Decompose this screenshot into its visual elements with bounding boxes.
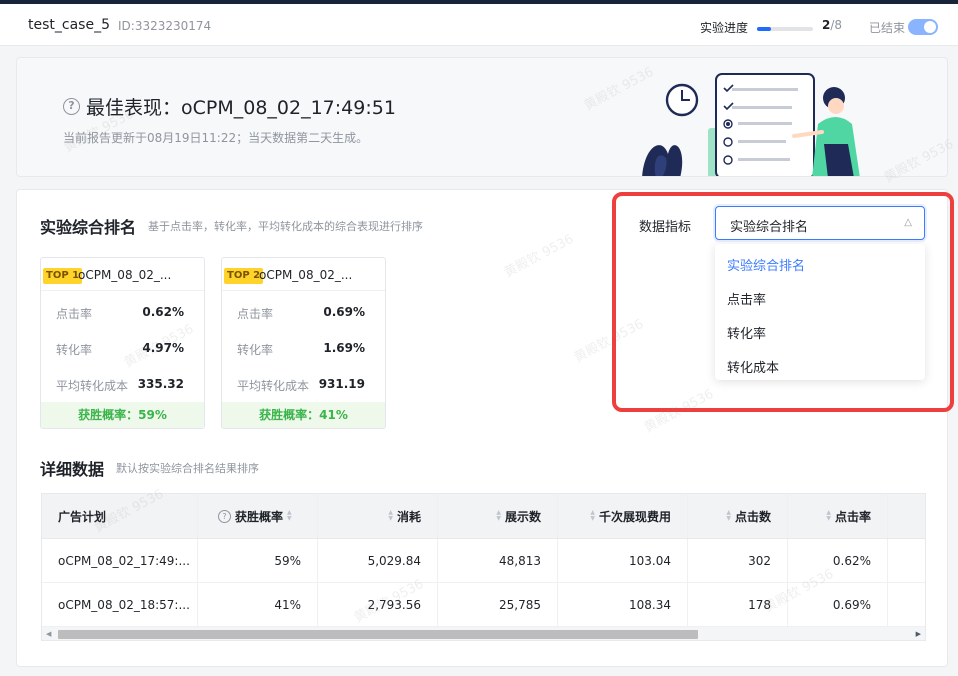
rank-card-plan-name: oCPM_08_02_... — [259, 268, 353, 282]
metric-value: 335.32 — [137, 377, 184, 391]
sort-icon[interactable]: ▲ ▼ — [826, 510, 831, 522]
col-header-overflow — [888, 494, 925, 538]
col-header-win-rate[interactable]: ? 获胜概率 ▲ ▼ — [198, 494, 318, 538]
cell-plan: oCPM_08_02_18:57:... — [42, 583, 198, 626]
cell-spend: 5,029.84 — [318, 539, 438, 582]
column-title: 点击数 — [734, 509, 771, 524]
annotation-highlight-box — [612, 192, 954, 412]
metric-value: 931.19 — [318, 377, 365, 391]
detail-section-title: 详细数据 — [40, 460, 105, 479]
metric-row: 点击率 0.69% — [237, 305, 365, 321]
metric-value: 1.69% — [323, 341, 365, 355]
detail-table: 广告计划 ? 获胜概率 ▲ ▼ ▲ ▼ 消耗 ▲ ▼ 展示数 ▲ ▼ 千次展现费用 ▲ ▼ 点击数 ▲… — [41, 493, 926, 641]
table-row[interactable]: oCPM_08_02_18:57:... 41% 2,793.56 25,785… — [42, 583, 925, 627]
column-title: 展示数 — [504, 509, 541, 524]
metric-row: 平均转化成本 335.32 — [56, 377, 184, 393]
metric-label: 转化率 — [237, 343, 274, 357]
metric-value: 0.69% — [323, 305, 365, 319]
progress-total: /8 — [830, 18, 843, 32]
best-performance-card: ? 最佳表现：oCPM_08_02_17:49:51 当前报告更新于08月19日… — [16, 57, 948, 177]
metric-label: 平均转化成本 — [237, 379, 310, 393]
cell-win-rate: 59% — [198, 539, 318, 582]
rank-card-top1[interactable]: TOP 1 oCPM_08_02_... 点击率 0.62% 转化率 4.97%… — [40, 257, 205, 429]
col-header-cpm[interactable]: ▲ ▼ 千次展现费用 — [558, 494, 688, 538]
metric-row: 转化率 1.69% — [237, 341, 365, 357]
cell-impressions: 48,813 — [438, 539, 558, 582]
metric-row: 转化率 4.97% — [56, 341, 184, 357]
metric-label: 转化率 — [56, 343, 93, 357]
scroll-right-arrow-icon[interactable]: ▶ — [916, 630, 921, 638]
progress-count: 2/8 — [822, 18, 842, 32]
cell-plan: oCPM_08_02_17:49:... — [42, 539, 198, 582]
top-badge: TOP 2 — [224, 268, 264, 284]
detail-section-description: 默认按实验综合排名结果排序 — [116, 462, 259, 475]
toggle-knob — [924, 21, 936, 33]
column-title: 千次展现费用 — [598, 509, 671, 524]
sort-icon[interactable]: ▲ ▼ — [726, 510, 731, 522]
win-rate: 获胜概率：41% — [222, 402, 385, 428]
sort-icon[interactable]: ▲ ▼ — [388, 510, 393, 522]
experiment-title: test_case_5 — [28, 17, 110, 33]
experiment-id: ID:3323230174 — [118, 19, 212, 33]
ranking-section-title: 实验综合排名 — [40, 218, 137, 237]
cell-impressions: 25,785 — [438, 583, 558, 626]
progress-bar — [757, 27, 813, 31]
question-circle-icon[interactable]: ? — [218, 509, 231, 523]
col-header-plan[interactable]: 广告计划 — [42, 494, 198, 538]
scrollbar-thumb[interactable] — [58, 630, 698, 639]
sort-icon[interactable]: ▲ ▼ — [496, 510, 501, 522]
metric-row: 平均转化成本 931.19 — [237, 377, 365, 393]
sort-icon[interactable]: ▲ ▼ — [590, 510, 595, 522]
cell-win-rate: 41% — [198, 583, 318, 626]
ranking-section-description: 基于点击率，转化率，平均转化成本的综合表现进行排序 — [148, 220, 423, 233]
top-badge: TOP 1 — [43, 268, 83, 284]
rank-card-plan-name: oCPM_08_02_... — [78, 268, 172, 282]
column-title: 广告计划 — [58, 509, 107, 524]
cell-ctr: 0.69% — [788, 583, 888, 626]
cell-cpm: 108.34 — [558, 583, 688, 626]
cell-spend: 2,793.56 — [318, 583, 438, 626]
column-title: 消耗 — [396, 509, 421, 524]
best-performance-title: ? 最佳表现：oCPM_08_02_17:49:51 — [63, 93, 396, 120]
rank-card-header: TOP 1 oCPM_08_02_... — [41, 258, 204, 291]
column-title: 获胜概率 — [235, 509, 284, 524]
metric-label: 点击率 — [56, 307, 93, 321]
ended-label: 已结束 — [869, 21, 906, 35]
progress-label: 实验进度 — [700, 21, 749, 35]
metric-label: 点击率 — [237, 307, 274, 321]
col-header-spend[interactable]: ▲ ▼ 消耗 — [318, 494, 438, 538]
experiment-header: test_case_5 ID:3323230174 实验进度 2/8 已结束 — [0, 4, 958, 46]
horizontal-scrollbar[interactable]: ◀ ▶ — [42, 627, 925, 640]
col-header-impressions[interactable]: ▲ ▼ 展示数 — [438, 494, 558, 538]
win-rate: 获胜概率：59% — [41, 402, 204, 428]
rank-card-top2[interactable]: TOP 2 oCPM_08_02_... 点击率 0.69% 转化率 1.69%… — [221, 257, 386, 429]
sort-icon[interactable]: ▲ ▼ — [287, 510, 292, 522]
table-header: 广告计划 ? 获胜概率 ▲ ▼ ▲ ▼ 消耗 ▲ ▼ 展示数 ▲ ▼ 千次展现费用 ▲ ▼ 点击数 ▲… — [42, 494, 925, 539]
checklist-illustration — [642, 73, 860, 176]
metric-value: 4.97% — [142, 341, 184, 355]
metric-row: 点击率 0.62% — [56, 305, 184, 321]
ended-toggle[interactable] — [908, 19, 938, 35]
best-performance-text: 最佳表现：oCPM_08_02_17:49:51 — [86, 97, 396, 119]
question-circle-icon[interactable]: ? — [63, 98, 80, 115]
report-update-note: 当前报告更新于08月19日11:22；当天数据第二天生成。 — [63, 131, 369, 145]
progress-bar-fill — [757, 27, 771, 31]
cell-cpm: 103.04 — [558, 539, 688, 582]
column-title: 点击率 — [834, 509, 871, 524]
col-header-ctr[interactable]: ▲ ▼ 点击率 — [788, 494, 888, 538]
cell-clicks: 302 — [688, 539, 788, 582]
rank-card-header: TOP 2 oCPM_08_02_... — [222, 258, 385, 291]
cell-ctr: 0.62% — [788, 539, 888, 582]
metric-label: 平均转化成本 — [56, 379, 129, 393]
cell-clicks: 178 — [688, 583, 788, 626]
table-row[interactable]: oCPM_08_02_17:49:... 59% 5,029.84 48,813… — [42, 539, 925, 583]
col-header-clicks[interactable]: ▲ ▼ 点击数 — [688, 494, 788, 538]
metric-value: 0.62% — [142, 305, 184, 319]
scroll-left-arrow-icon[interactable]: ◀ — [46, 630, 51, 638]
